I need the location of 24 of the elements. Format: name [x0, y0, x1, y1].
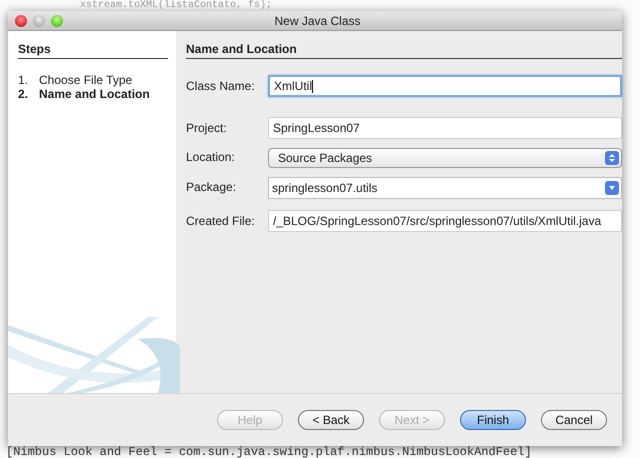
text-field[interactable]: SpringLesson07	[268, 117, 622, 139]
field-label: Class Name:	[186, 79, 256, 93]
window-title: New Java Class	[273, 14, 362, 28]
code-line: [Nimbus Look and Feel = com.sun.java.swing.plaf.nimbus.NimbusLookAndFeel]	[5, 446, 533, 458]
field-label: Created File:	[186, 214, 256, 228]
field-label: Location:	[186, 150, 236, 164]
step-item: 2. Name and Location	[18, 87, 151, 101]
close-icon[interactable]	[15, 14, 27, 26]
minimize-icon[interactable]	[33, 14, 45, 26]
section-heading: Name and Location	[186, 42, 622, 59]
code-line: xstream.toXML(listaContato, fs);	[79, 0, 274, 11]
steps-heading: Steps	[18, 42, 168, 59]
field-label: Project:	[186, 121, 228, 135]
package-combo-box[interactable]: springlesson07.utils	[268, 177, 622, 199]
dialog-button[interactable]: Cancel	[541, 410, 607, 430]
location-dropdown[interactable]: Source Packages	[268, 148, 622, 168]
dialog-button[interactable]: < Back	[298, 410, 364, 430]
text-field[interactable]: XmlUtil	[268, 75, 622, 97]
stepper-icon	[605, 151, 619, 165]
zoom-icon[interactable]	[51, 14, 63, 26]
step-item: 1. Choose File Type	[18, 73, 134, 87]
dialog-button[interactable]: Finish	[460, 410, 526, 430]
text-field[interactable]: /_BLOG/SpringLesson07/src/springlesson07/utils/XmlUtil.java	[268, 210, 622, 232]
field-label: Package:	[186, 180, 238, 194]
